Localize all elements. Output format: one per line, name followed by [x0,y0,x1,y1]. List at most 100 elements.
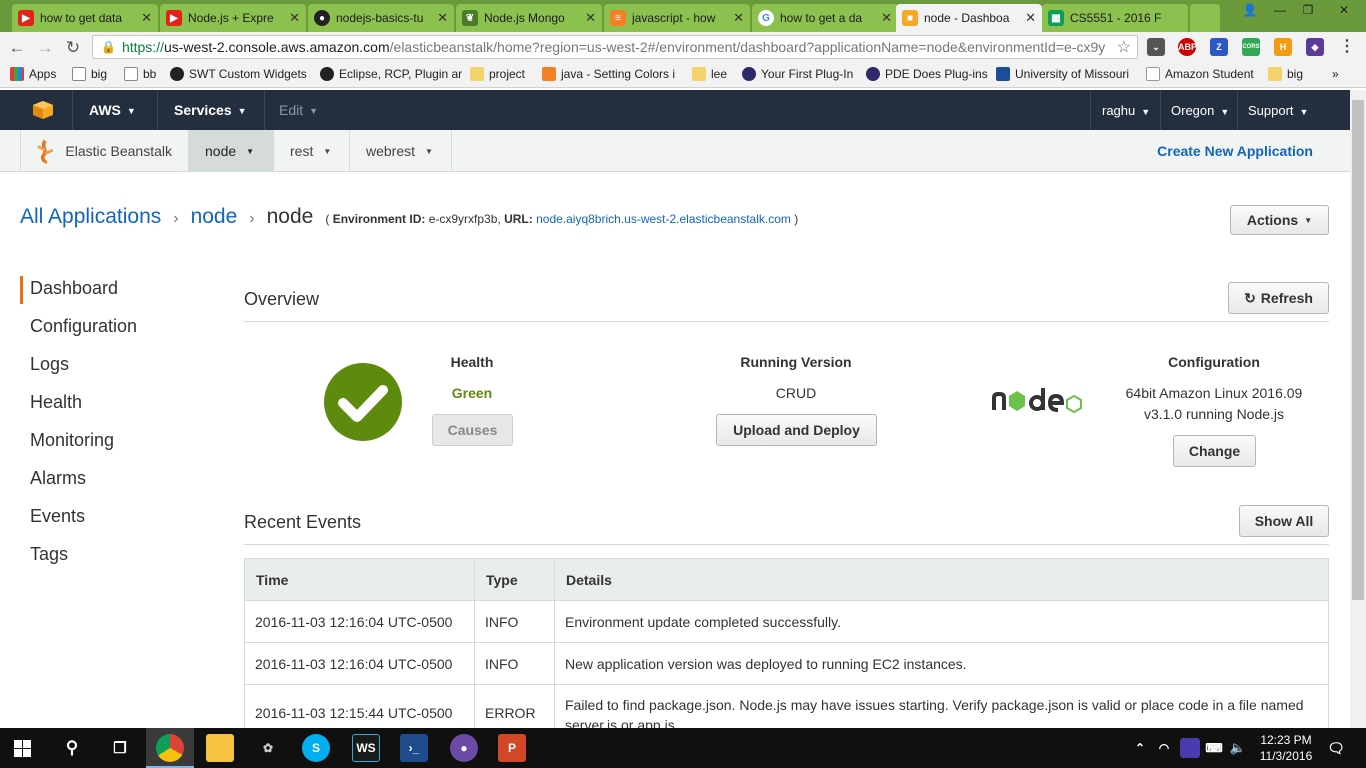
task-view-icon[interactable]: ❐ [106,734,134,762]
new-tab-button[interactable] [1190,4,1220,32]
wifi-icon[interactable]: ◠ [1154,734,1174,762]
causes-button[interactable]: Causes [432,414,513,446]
bookmark-star-icon[interactable]: ☆ [1117,37,1131,57]
aws-cube-icon[interactable] [32,100,54,120]
browser-tab[interactable]: ▶ Node.js + Expre ✕ [160,4,306,32]
support-menu[interactable]: Support ▼ [1248,103,1308,118]
browser-tab[interactable]: ● nodejs-basics-tu ✕ [308,4,454,32]
aws-menu[interactable]: AWS ▼ [89,102,136,118]
services-menu[interactable]: Services ▼ [174,102,247,118]
bookmark-item[interactable]: SWT Custom Widgets [170,67,307,81]
region-menu[interactable]: Oregon ▼ [1171,103,1229,118]
column-header-details[interactable]: Details [554,558,1329,601]
user-menu[interactable]: raghu ▼ [1102,103,1150,118]
window-close-icon[interactable]: ✕ [1324,0,1364,20]
column-header-type[interactable]: Type [474,558,555,601]
close-icon[interactable]: ✕ [585,10,596,26]
windows-start-icon[interactable] [14,740,31,757]
bookmark-item[interactable]: Eclipse, RCP, Plugin ar [320,67,462,81]
pocket-icon[interactable]: ⌄ [1147,38,1165,56]
bookmark-item[interactable]: java - Setting Colors i [542,67,675,81]
zotero-icon[interactable]: Z [1210,38,1228,56]
app-tab-rest[interactable]: rest ▼ [273,130,349,172]
powershell-icon[interactable]: ›_ [400,734,428,762]
keyboard-icon[interactable]: ⌨ [1204,734,1224,762]
bookmark-item[interactable]: PDE Does Plug-ins [866,67,988,81]
file-explorer-icon[interactable] [206,734,234,762]
search-icon[interactable]: ⚲ [58,734,86,762]
refresh-button[interactable]: ↻ Refresh [1228,282,1329,314]
app-tray-icon[interactable] [1180,738,1200,758]
column-header-time[interactable]: Time [244,558,475,601]
sidebar-item-alarms[interactable]: Alarms [30,468,86,489]
volume-icon[interactable]: 🔈 [1228,734,1248,762]
skype-icon[interactable]: S [302,734,330,762]
eb-home-link[interactable]: Elastic Beanstalk [20,130,188,172]
browser-tab[interactable]: ▦ CS5551 - 2016 F [1042,4,1188,32]
close-icon[interactable]: ✕ [881,10,892,26]
browser-tab[interactable]: ≡ javascript - how ✕ [604,4,750,32]
address-bar[interactable]: 🔒 https:// us-west-2.console.aws.amazon.… [92,35,1138,59]
extension-h-icon[interactable]: H [1274,38,1292,56]
tool-icon[interactable]: ✿ [254,734,282,762]
sidebar-item-tags[interactable]: Tags [30,544,68,565]
back-icon[interactable]: ← [6,37,28,59]
bookmark-apps[interactable]: Apps [10,67,56,81]
bookmark-folder[interactable]: project [470,67,525,81]
bookmarks-more[interactable]: » [1332,67,1339,81]
browser-tab[interactable]: ❦ Node.js Mongo ✕ [456,4,602,32]
forward-icon[interactable]: → [34,37,56,59]
menu-icon[interactable]: ⋮ [1338,38,1356,56]
system-clock[interactable]: 12:23 PM 11/3/2016 [1256,732,1316,764]
bookmark-folder[interactable]: big [1268,67,1303,81]
sidebar-item-configuration[interactable]: Configuration [30,316,137,337]
sidebar-item-health[interactable]: Health [30,392,82,413]
close-icon[interactable]: ✕ [1025,10,1036,26]
show-all-button[interactable]: Show All [1239,505,1329,537]
close-icon[interactable]: ✕ [289,10,300,26]
chrome-icon[interactable] [156,734,184,762]
breadcrumb-app[interactable]: node [191,205,238,229]
environment-url-link[interactable]: node.aiyq8brich.us-west-2.elasticbeansta… [536,212,791,226]
adblock-icon[interactable]: ABP [1178,38,1197,56]
browser-tab[interactable]: ▶ how to get data ✕ [12,4,158,32]
actions-button[interactable]: Actions ▼ [1230,205,1329,235]
bookmark-item[interactable]: Amazon Student [1146,67,1254,81]
bookmark-item[interactable]: University of Missouri [996,67,1129,81]
close-icon[interactable]: ✕ [733,10,744,26]
page-scrollbar[interactable] [1350,90,1366,728]
extension-icon[interactable]: ◆ [1306,38,1324,56]
browser-tab-active[interactable]: ■ node - Dashboa ✕ [896,4,1042,32]
sidebar-item-monitoring[interactable]: Monitoring [30,430,114,451]
nav-divider [1237,90,1238,130]
scrollbar-thumb[interactable] [1352,100,1364,600]
restore-icon[interactable]: ❐ [1294,0,1322,20]
notification-icon[interactable]: 🗨 [1322,734,1350,762]
bookmark-item[interactable]: bb [124,67,156,81]
app-tab-webrest[interactable]: webrest ▼ [349,130,452,172]
close-icon[interactable]: ✕ [141,10,152,26]
edit-menu[interactable]: Edit ▼ [279,102,318,118]
app-tab-node[interactable]: node ▼ [188,130,273,172]
github-desktop-icon[interactable]: ● [450,734,478,762]
bookmark-folder[interactable]: lee [692,67,727,81]
bookmark-item[interactable]: big [72,67,107,81]
sidebar-item-dashboard[interactable]: Dashboard [30,278,118,299]
chevron-up-icon[interactable]: ⌃ [1130,734,1150,762]
sheets-icon: ▦ [1048,10,1064,26]
breadcrumb-all-applications[interactable]: All Applications [20,205,161,229]
sidebar-item-events[interactable]: Events [30,506,85,527]
change-button[interactable]: Change [1173,435,1256,467]
create-new-application-link[interactable]: Create New Application [1157,143,1313,159]
powerpoint-icon[interactable]: P [498,734,526,762]
reload-icon[interactable]: ↻ [62,37,84,59]
bookmark-item[interactable]: Your First Plug-In [742,67,853,81]
browser-tab[interactable]: G how to get a da ✕ [752,4,898,32]
sidebar-item-logs[interactable]: Logs [30,354,69,375]
close-icon[interactable]: ✕ [437,10,448,26]
profile-icon[interactable]: 👤 [1236,0,1264,20]
minimize-icon[interactable]: — [1266,0,1294,20]
upload-and-deploy-button[interactable]: Upload and Deploy [716,414,877,446]
webstorm-icon[interactable]: WS [352,734,380,762]
cors-icon[interactable]: CORS [1242,38,1260,56]
